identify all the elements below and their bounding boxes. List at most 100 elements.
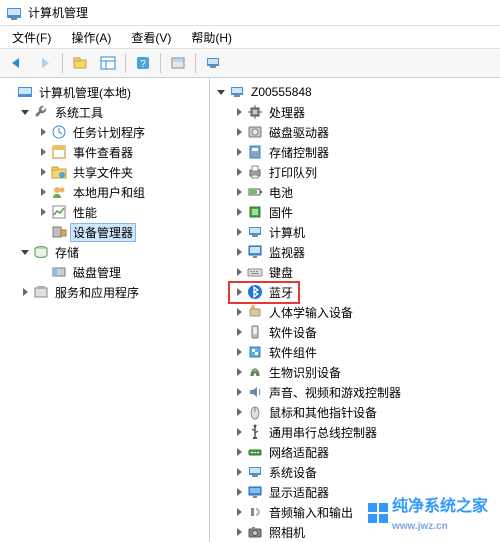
expander-closed-icon[interactable] bbox=[232, 365, 246, 379]
toolbar-back-button[interactable] bbox=[4, 51, 30, 75]
menu-action[interactable]: 操作(A) bbox=[63, 27, 119, 48]
device-category[interactable]: 生物识别设备 bbox=[210, 362, 500, 382]
expander-closed-icon[interactable] bbox=[232, 125, 246, 139]
tree-label: 监视器 bbox=[266, 243, 308, 262]
expander-closed-icon[interactable] bbox=[36, 145, 50, 159]
device-category[interactable]: 处理器 bbox=[210, 102, 500, 122]
expander-closed-icon[interactable] bbox=[232, 245, 246, 259]
tree-node-root[interactable]: 计算机管理(本地) bbox=[0, 82, 209, 102]
tree-label: 网络适配器 bbox=[266, 443, 332, 462]
menu-file[interactable]: 文件(F) bbox=[4, 27, 59, 48]
device-tree[interactable]: Z00555848 处理器磁盘驱动器存储控制器打印队列电池固件计算机监视器键盘蓝… bbox=[210, 78, 500, 542]
tree-label: 系统设备 bbox=[266, 463, 320, 482]
tree-label: 性能 bbox=[70, 203, 100, 222]
tree-label: 处理器 bbox=[266, 103, 308, 122]
users-icon bbox=[51, 184, 67, 200]
device-category[interactable]: 电池 bbox=[210, 182, 500, 202]
expander-closed-icon[interactable] bbox=[232, 345, 246, 359]
expander-closed-icon[interactable] bbox=[232, 205, 246, 219]
storage-icon bbox=[33, 244, 49, 260]
device-category[interactable]: 显示适配器 bbox=[210, 482, 500, 502]
disk-mgmt-icon bbox=[51, 264, 67, 280]
device-category[interactable]: 监视器 bbox=[210, 242, 500, 262]
expander-closed-icon[interactable] bbox=[232, 185, 246, 199]
tree-node-shared-folders[interactable]: 共享文件夹 bbox=[0, 162, 209, 182]
tree-label: 存储 bbox=[52, 243, 82, 262]
expander-closed-icon[interactable] bbox=[36, 185, 50, 199]
expander-closed-icon[interactable] bbox=[232, 285, 246, 299]
toolbar-up-button[interactable] bbox=[67, 51, 93, 75]
tree-label: 鼠标和其他指针设备 bbox=[266, 403, 380, 422]
tree-node-device-manager[interactable]: 设备管理器 bbox=[0, 222, 209, 242]
expander-closed-icon[interactable] bbox=[36, 205, 50, 219]
tree-node-disk-mgmt[interactable]: 磁盘管理 bbox=[0, 262, 209, 282]
toolbar-computer-button[interactable] bbox=[200, 51, 226, 75]
expander-closed-icon[interactable] bbox=[232, 505, 246, 519]
expander-closed-icon[interactable] bbox=[232, 305, 246, 319]
device-category[interactable]: 网络适配器 bbox=[210, 442, 500, 462]
svg-text:?: ? bbox=[140, 59, 146, 70]
audio-icon bbox=[247, 504, 263, 520]
expander-closed-icon[interactable] bbox=[18, 285, 32, 299]
expander-closed-icon[interactable] bbox=[232, 265, 246, 279]
expander-closed-icon[interactable] bbox=[232, 405, 246, 419]
tree-label: 键盘 bbox=[266, 263, 296, 282]
expander-closed-icon[interactable] bbox=[232, 525, 246, 539]
expander-closed-icon[interactable] bbox=[232, 165, 246, 179]
tree-label: 事件查看器 bbox=[70, 143, 136, 162]
device-category[interactable]: 人体学输入设备 bbox=[210, 302, 500, 322]
expander-closed-icon[interactable] bbox=[232, 425, 246, 439]
tree-label: 存储控制器 bbox=[266, 143, 332, 162]
toolbar-refresh-button[interactable] bbox=[165, 51, 191, 75]
tree-label: 照相机 bbox=[266, 523, 308, 542]
device-category[interactable]: 系统设备 bbox=[210, 462, 500, 482]
tree-node-task-scheduler[interactable]: 任务计划程序 bbox=[0, 122, 209, 142]
toolbar-view-button[interactable] bbox=[95, 51, 121, 75]
toolbar-help-button[interactable]: ? bbox=[130, 51, 156, 75]
menu-view[interactable]: 查看(V) bbox=[123, 27, 179, 48]
device-category[interactable]: 通用串行总线控制器 bbox=[210, 422, 500, 442]
device-category[interactable]: 蓝牙 bbox=[210, 282, 500, 302]
expander-closed-icon[interactable] bbox=[232, 225, 246, 239]
expander-open-icon[interactable] bbox=[214, 85, 228, 99]
device-root[interactable]: Z00555848 bbox=[210, 82, 500, 102]
device-category[interactable]: 固件 bbox=[210, 202, 500, 222]
battery-icon bbox=[247, 184, 263, 200]
left-tree[interactable]: 计算机管理(本地) 系统工具 任务计划程序 bbox=[0, 78, 210, 542]
device-category[interactable]: 声音、视频和游戏控制器 bbox=[210, 382, 500, 402]
expander-closed-icon[interactable] bbox=[232, 465, 246, 479]
device-category[interactable]: 计算机 bbox=[210, 222, 500, 242]
expander-closed-icon[interactable] bbox=[36, 125, 50, 139]
usb-icon bbox=[247, 424, 263, 440]
tree-node-local-users[interactable]: 本地用户和组 bbox=[0, 182, 209, 202]
tree-node-services-apps[interactable]: 服务和应用程序 bbox=[0, 282, 209, 302]
device-category[interactable]: 打印队列 bbox=[210, 162, 500, 182]
device-category[interactable]: 软件设备 bbox=[210, 322, 500, 342]
device-category[interactable]: 磁盘驱动器 bbox=[210, 122, 500, 142]
tree-node-performance[interactable]: 性能 bbox=[0, 202, 209, 222]
tree-label: 生物识别设备 bbox=[266, 363, 344, 382]
expander-closed-icon[interactable] bbox=[232, 325, 246, 339]
device-category[interactable]: 鼠标和其他指针设备 bbox=[210, 402, 500, 422]
device-category[interactable]: 存储控制器 bbox=[210, 142, 500, 162]
expander-closed-icon[interactable] bbox=[232, 445, 246, 459]
tree-node-event-viewer[interactable]: 事件查看器 bbox=[0, 142, 209, 162]
expander-closed-icon[interactable] bbox=[232, 485, 246, 499]
device-category[interactable]: 照相机 bbox=[210, 522, 500, 542]
expander-closed-icon[interactable] bbox=[232, 385, 246, 399]
expander-closed-icon[interactable] bbox=[36, 165, 50, 179]
device-category[interactable]: 键盘 bbox=[210, 262, 500, 282]
menu-help[interactable]: 帮助(H) bbox=[183, 27, 240, 48]
highlight-box: 蓝牙 bbox=[228, 281, 300, 304]
tree-label: 显示适配器 bbox=[266, 483, 332, 502]
device-category[interactable]: 软件组件 bbox=[210, 342, 500, 362]
expander-open-icon[interactable] bbox=[18, 245, 32, 259]
tree-node-system-tools[interactable]: 系统工具 bbox=[0, 102, 209, 122]
device-category[interactable]: 音频输入和输出 bbox=[210, 502, 500, 522]
expander-closed-icon[interactable] bbox=[232, 105, 246, 119]
expander-open-icon[interactable] bbox=[18, 105, 32, 119]
toolbar-forward-button[interactable] bbox=[32, 51, 58, 75]
bluetooth-icon bbox=[247, 284, 263, 300]
tree-node-storage[interactable]: 存储 bbox=[0, 242, 209, 262]
expander-closed-icon[interactable] bbox=[232, 145, 246, 159]
